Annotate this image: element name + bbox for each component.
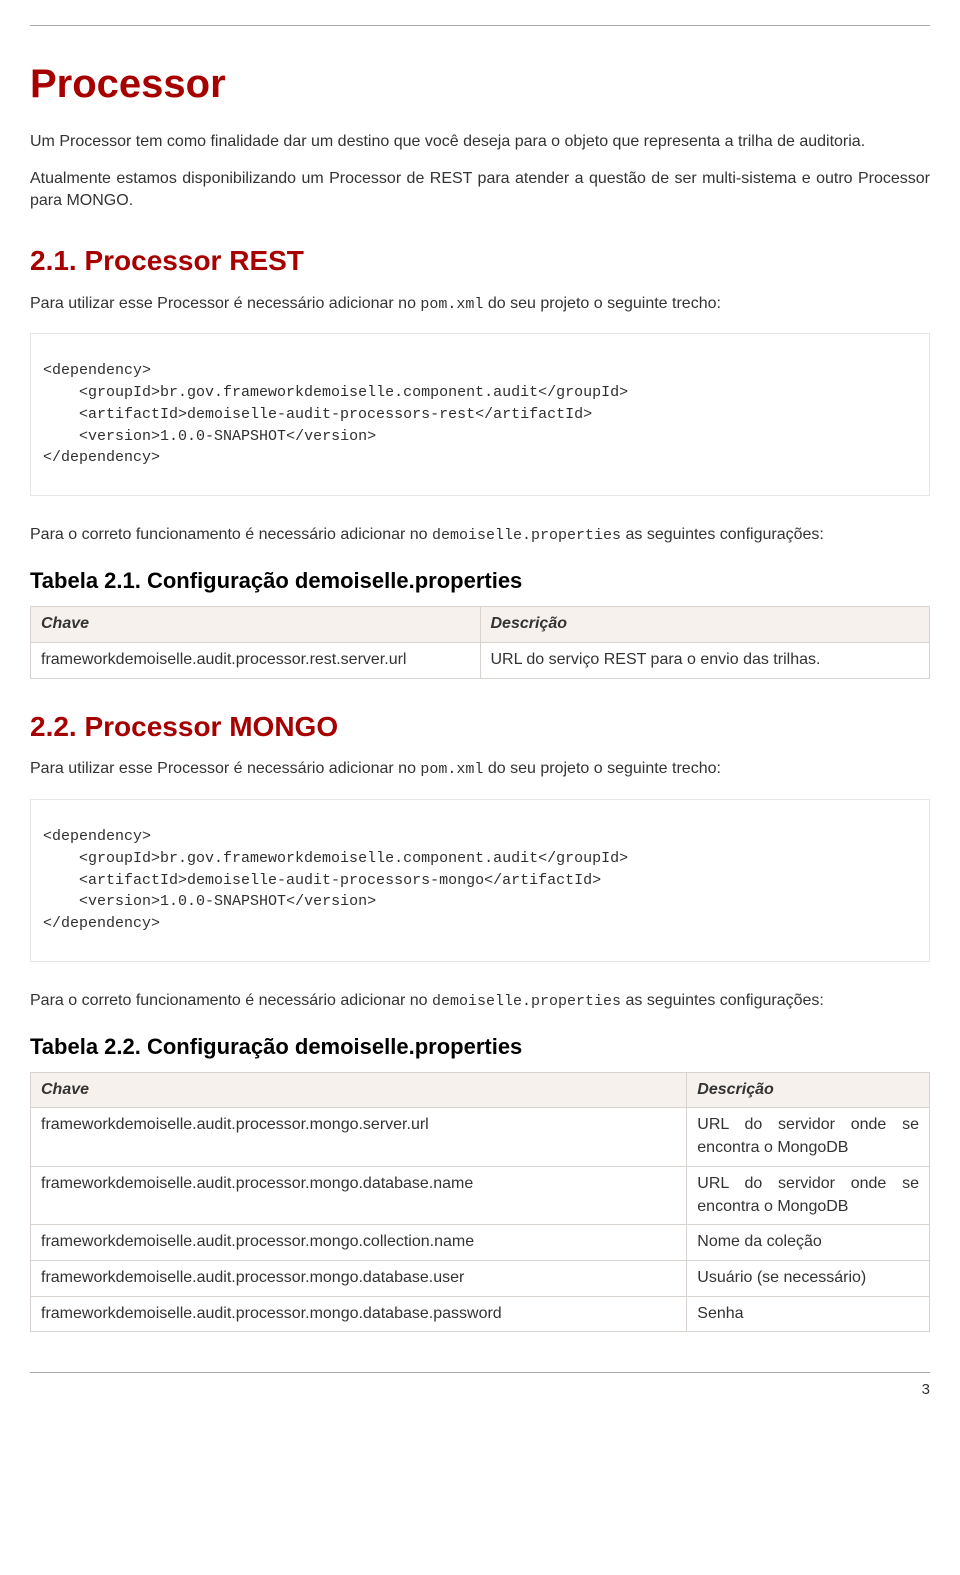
rest-usage-paragraph: Para utilizar esse Processor é necessári…	[30, 293, 930, 316]
col-header-desc: Descrição	[480, 607, 930, 643]
config-table-mongo: Chave Descrição frameworkdemoiselle.audi…	[30, 1072, 930, 1333]
cell-key: frameworkdemoiselle.audit.processor.mong…	[31, 1108, 687, 1166]
section-title-rest: 2.1. Processor REST	[30, 241, 930, 281]
text: Para utilizar esse Processor é necessári…	[30, 760, 420, 777]
col-header-desc: Descrição	[687, 1072, 930, 1108]
table-row: frameworkdemoiselle.audit.processor.mong…	[31, 1225, 930, 1261]
table-row: frameworkdemoiselle.audit.processor.mong…	[31, 1166, 930, 1224]
code-line: <artifactId>	[43, 872, 187, 889]
text: as seguintes configurações:	[621, 526, 824, 543]
cell-key: frameworkdemoiselle.audit.processor.mong…	[31, 1166, 687, 1224]
code-line: <version>	[43, 428, 160, 445]
code-value: demoiselle-audit-processors-mongo	[187, 872, 484, 889]
text: Para o correto funcionamento é necessári…	[30, 992, 432, 1009]
col-header-key: Chave	[31, 1072, 687, 1108]
mongo-usage-paragraph: Para utilizar esse Processor é necessári…	[30, 758, 930, 781]
code-line: <dependency>	[43, 828, 151, 845]
code-line: </version>	[286, 893, 376, 910]
table-row: frameworkdemoiselle.audit.processor.mong…	[31, 1261, 930, 1297]
table-row: frameworkdemoiselle.audit.processor.rest…	[31, 642, 930, 678]
code-line: </artifactId>	[475, 406, 592, 423]
text: do seu projeto o seguinte trecho:	[483, 295, 721, 312]
cell-desc: URL do servidor onde se encontra o Mongo…	[687, 1166, 930, 1224]
table-row: frameworkdemoiselle.audit.processor.mong…	[31, 1108, 930, 1166]
properties-code: demoiselle.properties	[432, 527, 621, 544]
code-line: </dependency>	[43, 449, 160, 466]
code-value: 1.0.0-SNAPSHOT	[160, 428, 286, 445]
code-line: <groupId>	[43, 850, 160, 867]
cell-key: frameworkdemoiselle.audit.processor.mong…	[31, 1261, 687, 1297]
cell-desc: URL do servidor onde se encontra o Mongo…	[687, 1108, 930, 1166]
code-line: </groupId>	[538, 850, 628, 867]
dependency-code-mongo: <dependency> <groupId>br.gov.frameworkde…	[30, 799, 930, 962]
text: Para o correto funcionamento é necessári…	[30, 526, 432, 543]
code-line: </version>	[286, 428, 376, 445]
intro-paragraph-2: Atualmente estamos disponibilizando um P…	[30, 168, 930, 213]
bottom-rule	[30, 1372, 930, 1373]
mongo-config-paragraph: Para o correto funcionamento é necessári…	[30, 990, 930, 1013]
cell-desc: URL do serviço REST para o envio das tri…	[480, 642, 930, 678]
code-line: <version>	[43, 893, 160, 910]
properties-code: demoiselle.properties	[432, 993, 621, 1010]
cell-desc: Usuário (se necessário)	[687, 1261, 930, 1297]
text: as seguintes configurações:	[621, 992, 824, 1009]
code-value: br.gov.frameworkdemoiselle.component.aud…	[160, 384, 538, 401]
pom-xml-code: pom.xml	[420, 296, 483, 313]
code-value: demoiselle-audit-processors-rest	[187, 406, 475, 423]
intro-paragraph-1: Um Processor tem como finalidade dar um …	[30, 131, 930, 154]
page-number: 3	[30, 1379, 930, 1400]
table-title-rest: Tabela 2.1. Configuração demoiselle.prop…	[30, 565, 930, 596]
code-value: 1.0.0-SNAPSHOT	[160, 893, 286, 910]
table-title-mongo: Tabela 2.2. Configuração demoiselle.prop…	[30, 1031, 930, 1062]
col-header-key: Chave	[31, 607, 481, 643]
rest-config-paragraph: Para o correto funcionamento é necessári…	[30, 524, 930, 547]
text: do seu projeto o seguinte trecho:	[483, 760, 721, 777]
cell-key: frameworkdemoiselle.audit.processor.rest…	[31, 642, 481, 678]
dependency-code-rest: <dependency> <groupId>br.gov.frameworkde…	[30, 333, 930, 496]
code-line: <artifactId>	[43, 406, 187, 423]
code-line: <dependency>	[43, 362, 151, 379]
pom-xml-code: pom.xml	[420, 761, 483, 778]
cell-key: frameworkdemoiselle.audit.processor.mong…	[31, 1296, 687, 1332]
chapter-title: Processor	[30, 56, 930, 113]
table-row: frameworkdemoiselle.audit.processor.mong…	[31, 1296, 930, 1332]
code-line: <groupId>	[43, 384, 160, 401]
code-line: </artifactId>	[484, 872, 601, 889]
cell-key: frameworkdemoiselle.audit.processor.mong…	[31, 1225, 687, 1261]
top-rule	[30, 25, 930, 26]
cell-desc: Nome da coleção	[687, 1225, 930, 1261]
code-value: br.gov.frameworkdemoiselle.component.aud…	[160, 850, 538, 867]
code-line: </dependency>	[43, 915, 160, 932]
config-table-rest: Chave Descrição frameworkdemoiselle.audi…	[30, 606, 930, 678]
code-line: </groupId>	[538, 384, 628, 401]
cell-desc: Senha	[687, 1296, 930, 1332]
section-title-mongo: 2.2. Processor MONGO	[30, 707, 930, 747]
text: Para utilizar esse Processor é necessári…	[30, 295, 420, 312]
